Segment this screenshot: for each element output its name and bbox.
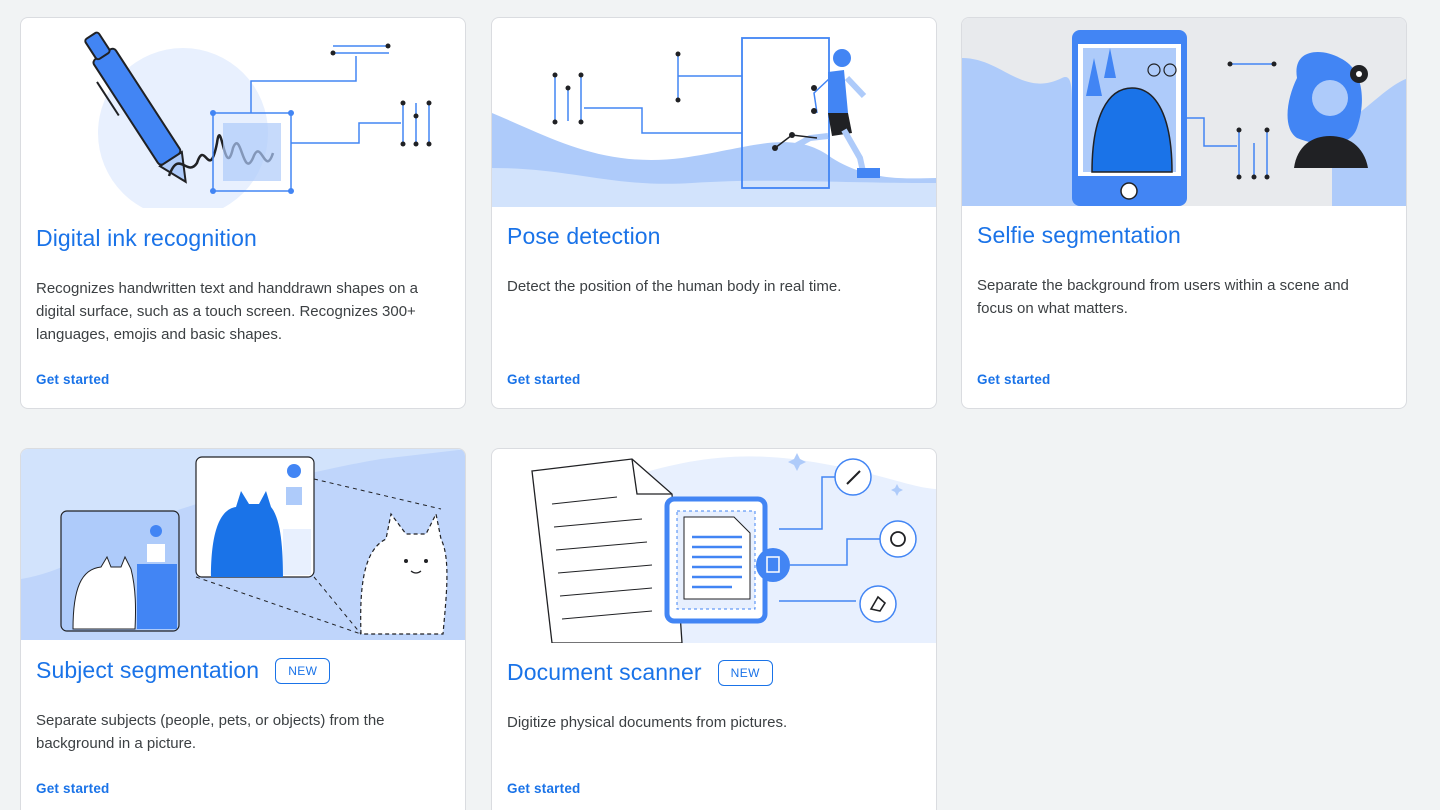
card-title: Document scanner xyxy=(507,659,702,685)
card-description: Detect the position of the human body in… xyxy=(507,278,842,295)
get-started-link[interactable]: Get started xyxy=(507,781,580,796)
card-title: Pose detection xyxy=(507,223,661,249)
pen-icon xyxy=(84,31,432,208)
digital-ink-illustration xyxy=(21,18,465,208)
card-selfie-segmentation: Selfie segmentation Separate the backgro… xyxy=(961,17,1407,409)
card-title: Subject segmentation xyxy=(36,657,260,683)
get-started-link[interactable]: Get started xyxy=(977,372,1050,387)
new-badge: NEW xyxy=(717,659,773,686)
card-description: Digitize physical documents from picture… xyxy=(507,714,788,731)
document-icon xyxy=(531,453,936,643)
get-started-link[interactable]: Get started xyxy=(36,781,109,796)
subject-segmentation-illustration xyxy=(21,449,465,640)
card-pose-detection: Pose detection Detect the position of th… xyxy=(491,17,937,409)
card-description: Separate the background from users withi… xyxy=(977,277,1349,317)
card-title: Selfie segmentation xyxy=(977,222,1181,248)
runner-icon xyxy=(492,37,936,207)
get-started-link[interactable]: Get started xyxy=(507,372,580,387)
document-scanner-illustration xyxy=(492,449,936,643)
card-description: Recognizes handwritten text and handdraw… xyxy=(36,280,418,343)
cat-icon xyxy=(21,449,465,640)
new-badge: NEW xyxy=(275,657,331,684)
selfie-segmentation-illustration xyxy=(962,18,1406,206)
get-started-link[interactable]: Get started xyxy=(36,372,109,387)
card-digital-ink: Digital ink recognition Recognizes handw… xyxy=(20,17,466,409)
card-document-scanner: Document scanner NEW Digitize physical d… xyxy=(491,448,937,810)
card-title: Digital ink recognition xyxy=(36,225,257,251)
card-description: Separate subjects (people, pets, or obje… xyxy=(36,712,385,752)
phone-icon xyxy=(962,18,1406,206)
card-subject-segmentation: Subject segmentation NEW Separate subjec… xyxy=(20,448,466,810)
pose-detection-illustration xyxy=(492,18,936,207)
